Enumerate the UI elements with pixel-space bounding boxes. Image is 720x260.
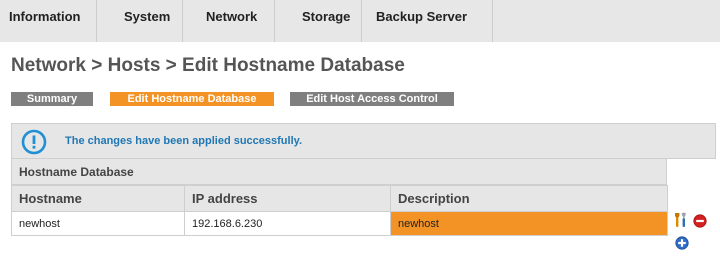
column-header-description: Description [390, 185, 668, 212]
cell-description: newhost [390, 211, 668, 236]
cell-ip-address: 192.168.6.230 [184, 211, 391, 236]
nav-tab-storage[interactable]: Storage [275, 0, 362, 42]
table-header-row: Hostname IP address Description [11, 185, 668, 212]
subtab-edit-hostname-database[interactable]: Edit Hostname Database [110, 92, 274, 106]
subtab-edit-host-access-control[interactable]: Edit Host Access Control [290, 92, 454, 106]
edit-icon[interactable] [674, 212, 688, 228]
nav-tab-network[interactable]: Network [183, 0, 275, 42]
success-message-box: The changes have been applied successful… [11, 123, 716, 159]
table-caption: Hostname Database [11, 159, 667, 185]
top-navigation: Information System Network Storage Backu… [0, 0, 720, 42]
success-message-text: The changes have been applied successful… [65, 135, 302, 147]
nav-tab-backup-server[interactable]: Backup Server [362, 0, 493, 42]
cell-hostname: newhost [11, 211, 185, 236]
subtab-summary[interactable]: Summary [11, 92, 93, 106]
breadcrumb: Network > Hosts > Edit Hostname Database [11, 55, 405, 76]
nav-filler [493, 0, 720, 42]
info-icon [21, 129, 47, 155]
column-header-hostname: Hostname [11, 185, 185, 212]
column-header-ip-address: IP address [184, 185, 391, 212]
hosts-table: Hostname IP address Description newhost … [11, 185, 668, 236]
hostname-database-table: Hostname Database Hostname IP address De… [11, 159, 668, 236]
nav-tab-information[interactable]: Information [0, 0, 97, 42]
nav-tab-system[interactable]: System [97, 0, 183, 42]
add-icon[interactable] [675, 236, 689, 250]
delete-icon[interactable] [693, 214, 707, 228]
table-row[interactable]: newhost 192.168.6.230 newhost [11, 211, 668, 236]
